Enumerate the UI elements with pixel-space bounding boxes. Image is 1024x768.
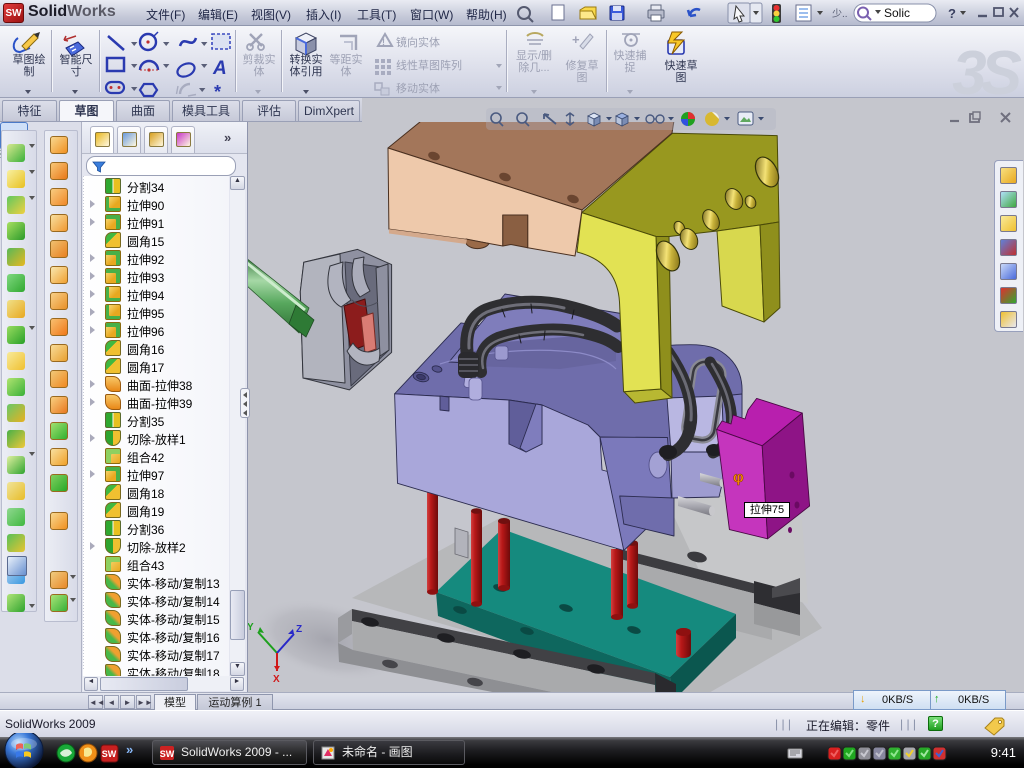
svg-text:»: » [126,742,133,757]
svg-text:φ: φ [733,469,744,486]
svg-text:SW: SW [160,749,175,759]
svg-text:A: A [212,58,227,79]
svg-text:Y: Y [247,622,254,633]
svg-text:?: ? [948,6,956,21]
svg-text:Z: Z [296,624,302,635]
svg-text:+: + [572,32,580,47]
svg-text:少..: 少.. [832,8,848,20]
svg-text:X: X [273,674,280,685]
svg-text:Solic: Solic [884,6,910,20]
svg-text:*: * [214,82,221,98]
svg-text:!: ! [382,37,385,47]
svg-text:SW: SW [102,749,117,759]
